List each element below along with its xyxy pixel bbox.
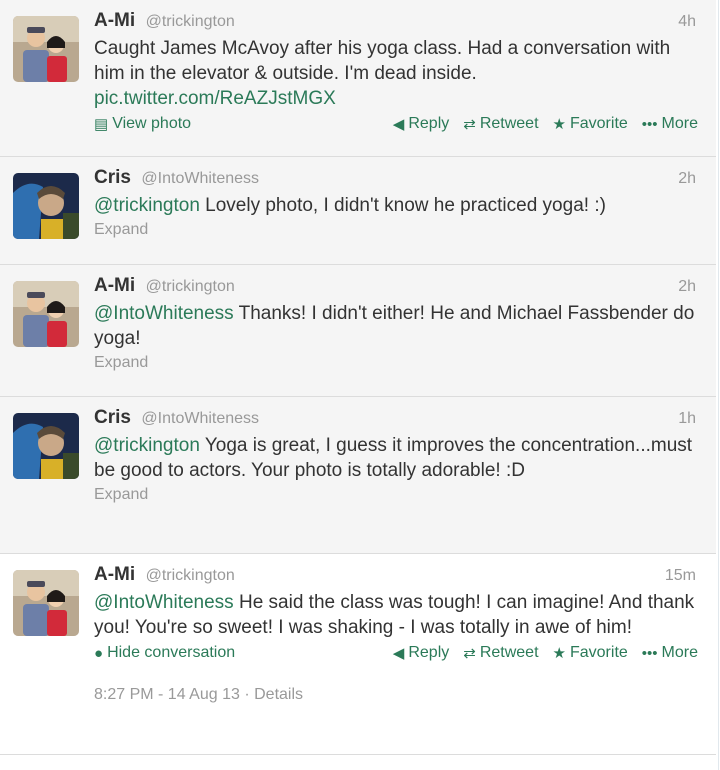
retweet-icon: ⇄ xyxy=(463,115,476,133)
tweet-meta: 8:27 PM - 14 Aug 13 · Details xyxy=(94,686,696,704)
author-name[interactable]: A-Mi xyxy=(94,564,135,585)
reply-label: Reply xyxy=(408,644,450,661)
mention-link[interactable]: @trickington xyxy=(94,195,200,216)
retweet-icon: ⇄ xyxy=(463,644,476,662)
tweet-text: @IntoWhiteness Thanks! I didn't either! … xyxy=(94,301,696,351)
view-photo-label: View photo xyxy=(112,115,192,132)
favorite-button[interactable]: ★ Favorite xyxy=(553,115,628,133)
tweet[interactable]: A-Mi @trickington 2h @IntoWhiteness Than… xyxy=(0,265,716,397)
hide-conversation-button[interactable]: ● Hide conversation xyxy=(94,644,235,662)
star-icon: ★ xyxy=(552,644,566,662)
avatar[interactable] xyxy=(13,281,79,347)
more-button[interactable]: ••• More xyxy=(642,115,698,133)
author-name[interactable]: Cris xyxy=(94,167,131,188)
mention-link[interactable]: @IntoWhiteness xyxy=(94,592,234,613)
avatar[interactable] xyxy=(13,16,79,82)
details-link[interactable]: Details xyxy=(254,686,303,703)
reply-arrow-icon: ◀ xyxy=(392,644,405,662)
tweet-body: Caught James McAvoy after his yoga class… xyxy=(94,38,671,84)
author-name[interactable]: A-Mi xyxy=(94,10,135,31)
author-handle[interactable]: @trickington xyxy=(146,278,235,295)
mention-link[interactable]: @IntoWhiteness xyxy=(94,303,234,324)
author-handle[interactable]: @IntoWhiteness xyxy=(141,410,259,427)
avatar[interactable] xyxy=(13,413,79,479)
author-name[interactable]: A-Mi xyxy=(94,275,135,296)
reply-button[interactable]: ◀ Reply xyxy=(393,644,449,662)
tweet-body: Lovely photo, I didn't know he practiced… xyxy=(199,195,606,216)
hide-conversation-label: Hide conversation xyxy=(107,644,236,661)
tweet-time[interactable]: 1h xyxy=(678,410,696,428)
expand-link[interactable]: Expand xyxy=(94,486,696,504)
reply-button[interactable]: ◀ Reply xyxy=(393,115,449,133)
expand-link[interactable]: Expand xyxy=(94,221,696,239)
more-label: More xyxy=(661,115,698,132)
view-photo-button[interactable]: ▤ View photo xyxy=(94,115,191,133)
tweet-timestamp[interactable]: 8:27 PM - 14 Aug 13 xyxy=(94,686,240,703)
photo-icon: ▤ xyxy=(94,115,109,133)
tweet-actions: ▤ View photo ◀ Reply ⇄ Retweet ★ Favorit… xyxy=(94,115,698,141)
tweet-time[interactable]: 15m xyxy=(665,567,696,585)
author-handle[interactable]: @trickington xyxy=(146,567,235,584)
tweet-text: @trickington Yoga is great, I guess it i… xyxy=(94,433,696,483)
tweet-text: Caught James McAvoy after his yoga class… xyxy=(94,36,696,111)
reply-label: Reply xyxy=(408,115,450,132)
mention-link[interactable]: @trickington xyxy=(94,435,200,456)
meta-separator: · xyxy=(244,686,250,703)
more-dots-icon: ••• xyxy=(641,644,658,662)
tweet-text: @IntoWhiteness He said the class was tou… xyxy=(94,590,696,640)
tweet[interactable]: Cris @IntoWhiteness 2h @trickington Love… xyxy=(0,157,716,265)
tweet-time[interactable]: 4h xyxy=(678,13,696,31)
retweet-label: Retweet xyxy=(479,644,539,661)
favorite-label: Favorite xyxy=(569,644,628,661)
speech-bubble-icon: ● xyxy=(94,644,104,662)
tweet-time[interactable]: 2h xyxy=(678,170,696,188)
favorite-button[interactable]: ★ Favorite xyxy=(553,644,628,662)
author-name[interactable]: Cris xyxy=(94,407,131,428)
tweet[interactable]: A-Mi @trickington 4h Caught James McAvoy… xyxy=(0,0,716,157)
tweet[interactable]: Cris @IntoWhiteness 1h @trickington Yoga… xyxy=(0,397,716,554)
tweet-actions: ● Hide conversation ◀ Reply ⇄ Retweet ★ … xyxy=(94,644,698,670)
star-icon: ★ xyxy=(552,115,566,133)
more-label: More xyxy=(661,644,698,661)
avatar[interactable] xyxy=(13,173,79,239)
more-button[interactable]: ••• More xyxy=(642,644,698,662)
retweet-button[interactable]: ⇄ Retweet xyxy=(463,644,538,662)
favorite-label: Favorite xyxy=(569,115,628,132)
author-handle[interactable]: @trickington xyxy=(146,13,235,30)
photo-link[interactable]: pic.twitter.com/ReAZJstMGX xyxy=(94,88,336,109)
expand-link[interactable]: Expand xyxy=(94,354,696,372)
avatar[interactable] xyxy=(13,570,79,636)
reply-arrow-icon: ◀ xyxy=(392,115,405,133)
tweet-focused[interactable]: A-Mi @trickington 15m @IntoWhiteness He … xyxy=(0,554,716,755)
conversation-timeline: A-Mi @trickington 4h Caught James McAvoy… xyxy=(0,0,719,770)
more-dots-icon: ••• xyxy=(641,115,658,133)
retweet-button[interactable]: ⇄ Retweet xyxy=(463,115,538,133)
tweet-time[interactable]: 2h xyxy=(678,278,696,296)
tweet-text: @trickington Lovely photo, I didn't know… xyxy=(94,193,696,218)
retweet-label: Retweet xyxy=(479,115,539,132)
author-handle[interactable]: @IntoWhiteness xyxy=(141,170,259,187)
